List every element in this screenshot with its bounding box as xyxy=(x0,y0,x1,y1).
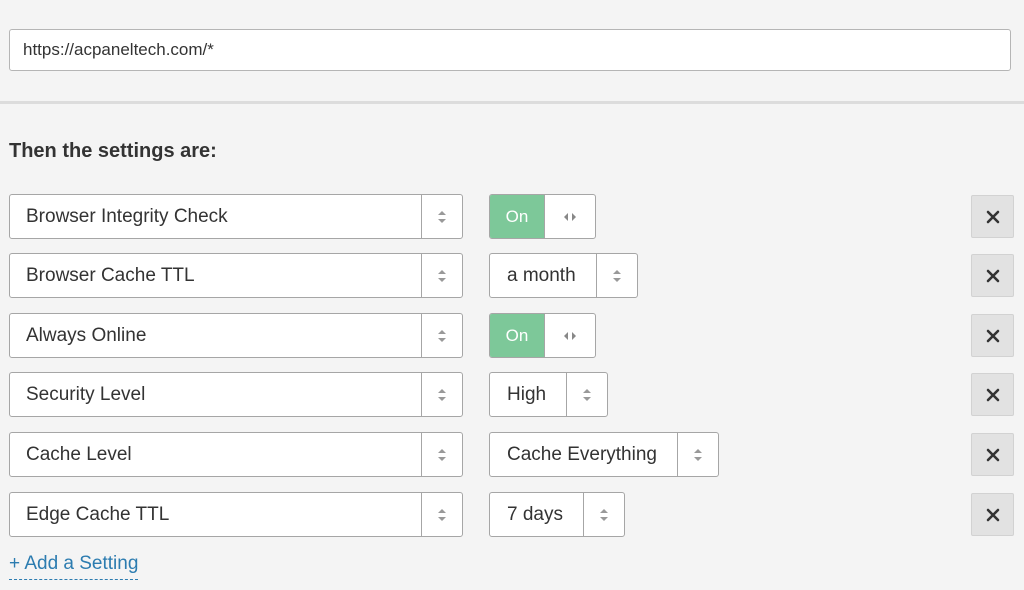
close-icon xyxy=(986,388,999,401)
up-down-chevron-icon xyxy=(676,433,718,476)
setting-row: Cache Level Cache Everything xyxy=(0,432,1024,478)
setting-name: Security Level xyxy=(26,384,146,405)
remove-setting-button[interactable] xyxy=(971,373,1014,416)
url-pattern-input[interactable]: https://acpaneltech.com/* xyxy=(9,29,1011,71)
setting-name: Always Online xyxy=(26,325,147,346)
divider xyxy=(0,101,1024,104)
close-icon xyxy=(986,269,999,282)
toggle-on-label: On xyxy=(490,195,545,238)
up-down-chevron-icon xyxy=(421,433,462,476)
close-icon xyxy=(986,448,999,461)
up-down-chevron-icon xyxy=(595,254,637,297)
setting-select[interactable]: Always Online xyxy=(9,313,463,358)
left-right-arrows-icon xyxy=(545,314,595,357)
remove-setting-button[interactable] xyxy=(971,314,1014,357)
value-select[interactable]: 7 days xyxy=(489,492,625,537)
setting-value: Cache Everything xyxy=(507,444,657,465)
setting-row: Security Level High xyxy=(0,372,1024,418)
setting-name: Browser Cache TTL xyxy=(26,265,195,286)
setting-select[interactable]: Browser Integrity Check xyxy=(9,194,463,239)
setting-select[interactable]: Edge Cache TTL xyxy=(9,492,463,537)
setting-row: Browser Cache TTL a month xyxy=(0,253,1024,299)
remove-setting-button[interactable] xyxy=(971,254,1014,297)
setting-row: Edge Cache TTL 7 days xyxy=(0,492,1024,538)
toggle-switch[interactable]: On xyxy=(489,194,596,239)
remove-setting-button[interactable] xyxy=(971,195,1014,238)
toggle-switch[interactable]: On xyxy=(489,313,596,358)
up-down-chevron-icon xyxy=(582,493,624,536)
setting-value: 7 days xyxy=(507,504,563,525)
add-setting-link[interactable]: + Add a Setting xyxy=(9,553,139,580)
setting-value: a month xyxy=(507,265,576,286)
left-right-arrows-icon xyxy=(545,195,595,238)
remove-setting-button[interactable] xyxy=(971,433,1014,476)
setting-select[interactable]: Security Level xyxy=(9,372,463,417)
close-icon xyxy=(986,210,999,223)
setting-row: Browser Integrity Check On xyxy=(0,194,1024,240)
up-down-chevron-icon xyxy=(421,195,462,238)
up-down-chevron-icon xyxy=(421,254,462,297)
value-select[interactable]: High xyxy=(489,372,609,417)
up-down-chevron-icon xyxy=(421,314,462,357)
remove-setting-button[interactable] xyxy=(971,493,1014,536)
setting-name: Edge Cache TTL xyxy=(26,504,170,525)
value-select[interactable]: a month xyxy=(489,253,638,298)
setting-name: Cache Level xyxy=(26,444,132,465)
up-down-chevron-icon xyxy=(421,373,462,416)
up-down-chevron-icon xyxy=(566,373,607,416)
setting-value: High xyxy=(507,384,547,405)
setting-row: Always Online On xyxy=(0,313,1024,359)
close-icon xyxy=(986,329,999,342)
setting-select[interactable]: Cache Level xyxy=(9,432,463,477)
setting-name: Browser Integrity Check xyxy=(26,206,228,227)
up-down-chevron-icon xyxy=(421,493,462,536)
setting-select[interactable]: Browser Cache TTL xyxy=(9,253,463,298)
value-select[interactable]: Cache Everything xyxy=(489,432,719,477)
close-icon xyxy=(986,508,999,521)
toggle-on-label: On xyxy=(490,314,545,357)
settings-heading: Then the settings are: xyxy=(9,140,217,162)
